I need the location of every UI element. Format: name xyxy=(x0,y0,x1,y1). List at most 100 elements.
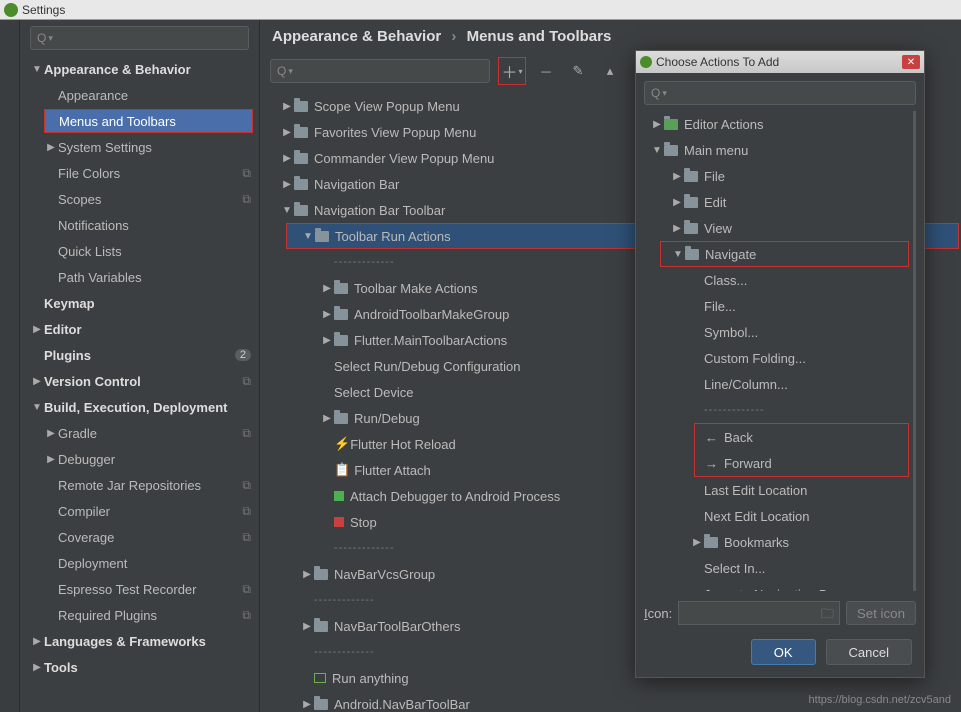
chevron-right-icon: ▶ xyxy=(30,636,44,647)
move-up-button[interactable]: ▴ xyxy=(598,59,622,83)
left-gutter xyxy=(0,20,20,712)
folder-icon xyxy=(334,335,348,346)
tree-action[interactable]: Jump to Navigation Bar xyxy=(644,581,911,591)
tree-file[interactable]: ▶File xyxy=(644,163,911,189)
window-title: Settings xyxy=(22,3,65,17)
edit-button[interactable]: ✎ xyxy=(566,59,590,83)
watermark: https://blog.csdn.net/zcv5and xyxy=(809,694,951,706)
tree-appearance[interactable]: Appearance xyxy=(20,82,259,108)
chevron-down-icon: ▼ xyxy=(30,402,44,413)
tree-main-menu[interactable]: ▼Main menu xyxy=(644,137,911,163)
tree-action[interactable]: Symbol... xyxy=(644,319,911,345)
tree-notifications[interactable]: Notifications xyxy=(20,212,259,238)
add-button[interactable]: ＋▾ xyxy=(498,57,526,85)
chevron-right-icon: ▶ xyxy=(300,621,314,632)
chevron-right-icon: ▶ xyxy=(44,142,58,153)
app-icon xyxy=(4,3,18,17)
tree-menus-toolbars[interactable]: Menus and Toolbars xyxy=(44,109,253,133)
tree-gradle[interactable]: ▶Gradle⧉ xyxy=(20,420,259,446)
tree-coverage[interactable]: Coverage⧉ xyxy=(20,524,259,550)
actions-tree: ▶Editor Actions ▼Main menu ▶File ▶Edit ▶… xyxy=(644,111,916,591)
tree-plugins[interactable]: Plugins2 xyxy=(20,342,259,368)
lightning-icon: ⚡ xyxy=(334,436,350,452)
tree-editor-actions[interactable]: ▶Editor Actions xyxy=(644,111,911,137)
plus-icon: ＋ xyxy=(501,59,517,83)
search-icon: Q xyxy=(37,31,46,45)
copy-icon: ⧉ xyxy=(242,478,251,493)
arrow-right-icon: → xyxy=(705,456,718,471)
tree-bookmarks[interactable]: ▶Bookmarks xyxy=(644,529,911,555)
tree-action[interactable]: Line/Column... xyxy=(644,371,911,397)
dialog-title: Choose Actions To Add xyxy=(656,55,779,69)
dialog-buttons: OK Cancel xyxy=(644,631,916,669)
tree-file-colors[interactable]: File Colors⧉ xyxy=(20,160,259,186)
tree-action[interactable]: Class... xyxy=(644,267,911,293)
sidebar-search-input[interactable] xyxy=(53,31,242,45)
minus-icon: － xyxy=(539,62,552,81)
folder-icon xyxy=(294,153,308,164)
attach-icon: 📋 xyxy=(334,462,350,478)
folder-icon xyxy=(664,119,678,130)
tree-debugger[interactable]: ▶Debugger xyxy=(20,446,259,472)
tree-back[interactable]: ←Back xyxy=(695,424,908,450)
remove-button[interactable]: － xyxy=(534,59,558,83)
icon-label: Icon: xyxy=(644,606,672,621)
sidebar-search[interactable]: Q▾ xyxy=(30,26,249,50)
tree-action[interactable]: Select In... xyxy=(644,555,911,581)
tree-languages[interactable]: ▶Languages & Frameworks xyxy=(20,628,259,654)
breadcrumb-current: Menus and Toolbars xyxy=(467,28,612,45)
set-icon-button[interactable]: Set icon xyxy=(846,601,916,625)
content-search-input[interactable] xyxy=(293,64,483,78)
content-search[interactable]: Q▾ xyxy=(270,59,490,83)
chevron-right-icon: ▶ xyxy=(320,335,334,346)
dialog-search-input[interactable] xyxy=(667,86,909,100)
chevron-down-icon: ▼ xyxy=(301,231,315,242)
close-button[interactable]: ✕ xyxy=(902,55,920,69)
tree-action[interactable]: Last Edit Location xyxy=(644,477,911,503)
tree-compiler[interactable]: Compiler⧉ xyxy=(20,498,259,524)
tree-quick-lists[interactable]: Quick Lists xyxy=(20,238,259,264)
tree-keymap[interactable]: Keymap xyxy=(20,290,259,316)
ok-button[interactable]: OK xyxy=(751,639,816,665)
folder-icon xyxy=(294,127,308,138)
tree-build[interactable]: ▼Build, Execution, Deployment xyxy=(20,394,259,420)
copy-icon: ⧉ xyxy=(242,504,251,519)
tree-forward[interactable]: →Forward xyxy=(695,450,908,476)
tree-deployment[interactable]: Deployment xyxy=(20,550,259,576)
choose-actions-dialog: Choose Actions To Add ✕ Q▾ ▶Editor Actio… xyxy=(635,50,925,678)
tree-action[interactable]: File... xyxy=(644,293,911,319)
tree-scopes[interactable]: Scopes⧉ xyxy=(20,186,259,212)
folder-icon xyxy=(685,249,699,260)
tree-tools[interactable]: ▶Tools xyxy=(20,654,259,680)
tree-version-control[interactable]: ▶Version Control⧉ xyxy=(20,368,259,394)
copy-icon: ⧉ xyxy=(242,582,251,597)
chevron-right-icon: ▶ xyxy=(30,324,44,335)
plugins-badge: 2 xyxy=(235,349,251,361)
chevron-down-icon: ▼ xyxy=(650,145,664,156)
tree-appearance-behavior[interactable]: ▼Appearance & Behavior xyxy=(20,56,259,82)
dialog-titlebar[interactable]: Choose Actions To Add ✕ xyxy=(636,51,924,73)
tree-path-variables[interactable]: Path Variables xyxy=(20,264,259,290)
dialog-search[interactable]: Q▾ xyxy=(644,81,916,105)
tree-view[interactable]: ▶View xyxy=(644,215,911,241)
folder-icon xyxy=(334,309,348,320)
icon-path-input[interactable] xyxy=(678,601,840,625)
tree-remote-jar[interactable]: Remote Jar Repositories⧉ xyxy=(20,472,259,498)
copy-icon: ⧉ xyxy=(242,530,251,545)
browse-icon[interactable]: 🗀 xyxy=(821,605,834,627)
tree-edit[interactable]: ▶Edit xyxy=(644,189,911,215)
chevron-right-icon: ▶ xyxy=(30,376,44,387)
chevron-right-icon: ▶ xyxy=(280,179,294,190)
tree-action[interactable]: Custom Folding... xyxy=(644,345,911,371)
folder-icon xyxy=(314,569,328,580)
tree-action[interactable]: Next Edit Location xyxy=(644,503,911,529)
tree-required-plugins[interactable]: Required Plugins⧉ xyxy=(20,602,259,628)
folder-icon xyxy=(314,699,328,710)
cancel-button[interactable]: Cancel xyxy=(826,639,912,665)
chevron-down-icon: ▼ xyxy=(280,205,294,216)
tree-navigate[interactable]: ▼Navigate xyxy=(660,241,909,267)
tree-editor[interactable]: ▶Editor xyxy=(20,316,259,342)
tree-system-settings[interactable]: ▶System Settings xyxy=(20,134,259,160)
tree-espresso[interactable]: Espresso Test Recorder⧉ xyxy=(20,576,259,602)
breadcrumb-parent: Appearance & Behavior xyxy=(272,28,441,45)
